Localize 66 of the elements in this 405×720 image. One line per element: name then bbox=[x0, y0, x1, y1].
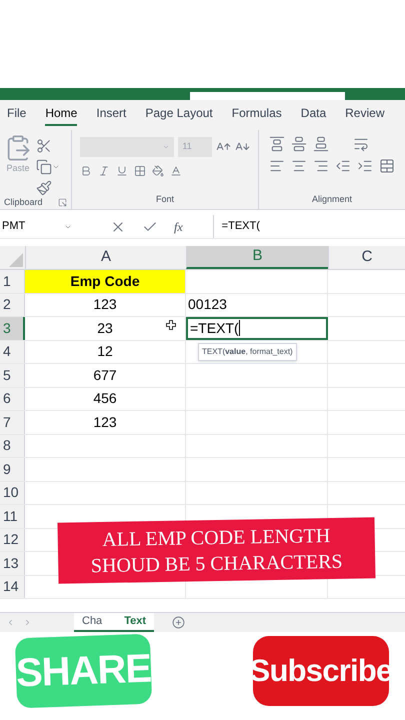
column-header[interactable]: B bbox=[186, 246, 328, 269]
expand-icon[interactable] bbox=[58, 198, 67, 208]
row-header[interactable]: 5 bbox=[0, 364, 25, 386]
row-header[interactable]: 11 bbox=[0, 505, 25, 528]
row-header[interactable]: 2 bbox=[0, 294, 25, 316]
cross-cursor-icon bbox=[166, 320, 176, 330]
ribbon-tab[interactable]: Home bbox=[45, 104, 78, 126]
row-header[interactable]: 12 bbox=[0, 528, 25, 551]
insert-function-button[interactable]: fx bbox=[174, 218, 183, 236]
row-header[interactable]: 6 bbox=[0, 388, 25, 410]
search-field[interactable] bbox=[190, 92, 345, 100]
row-header[interactable]: 14 bbox=[0, 576, 25, 598]
bold-icon[interactable] bbox=[80, 165, 92, 177]
align-right-icon[interactable] bbox=[313, 158, 329, 174]
underline-icon[interactable] bbox=[116, 165, 128, 177]
indent-increase-icon[interactable] bbox=[357, 158, 373, 174]
ribbon-tab[interactable]: File bbox=[7, 104, 26, 126]
table-cell: 123 bbox=[25, 294, 186, 316]
indent-decrease-icon[interactable] bbox=[335, 158, 351, 174]
group-label: Clipboard bbox=[4, 196, 43, 209]
borders-icon[interactable] bbox=[134, 165, 146, 177]
row-header[interactable]: 7 bbox=[0, 411, 25, 434]
ribbon-tab[interactable]: Page Layout bbox=[145, 104, 213, 126]
share-sticker: SHARE bbox=[14, 634, 152, 708]
table-cell: 12 bbox=[25, 340, 186, 363]
table-cell: 456 bbox=[25, 388, 186, 410]
wrap-text-icon[interactable] bbox=[353, 136, 369, 152]
row-header[interactable]: 8 bbox=[0, 434, 25, 457]
ribbon-tab[interactable]: Insert bbox=[96, 104, 126, 126]
copy-icon[interactable] bbox=[36, 159, 52, 175]
formula-field[interactable]: =TEXT( bbox=[212, 215, 405, 238]
table-cell: 123 bbox=[25, 411, 186, 434]
name-box[interactable]: PMT bbox=[0, 218, 80, 235]
row-header[interactable]: 1 bbox=[0, 270, 25, 292]
cut-icon[interactable] bbox=[36, 138, 52, 154]
add-sheet-icon[interactable] bbox=[172, 616, 185, 629]
ribbon-tab[interactable]: Review bbox=[345, 104, 384, 126]
font-name-field[interactable] bbox=[80, 137, 174, 157]
column-header[interactable]: C bbox=[328, 246, 405, 269]
fill-color-icon[interactable] bbox=[152, 165, 164, 177]
align-center-icon[interactable] bbox=[291, 158, 307, 174]
row-header[interactable]: 4 bbox=[0, 340, 25, 363]
italic-icon[interactable] bbox=[98, 165, 110, 177]
ribbon-tab[interactable]: Data bbox=[300, 104, 326, 126]
sheet-tab[interactable]: Cha Text bbox=[74, 613, 154, 632]
table-cell: 00123 bbox=[186, 294, 328, 316]
dropdown-icon[interactable] bbox=[52, 163, 60, 171]
merge-icon[interactable] bbox=[379, 158, 395, 174]
brush-icon[interactable] bbox=[36, 180, 52, 196]
group-label: Alignment bbox=[312, 192, 352, 206]
editing-cell[interactable]: =TEXT( bbox=[186, 317, 328, 340]
row-header[interactable]: 9 bbox=[0, 458, 25, 480]
align-top-icon[interactable] bbox=[269, 136, 285, 152]
subscribe-sticker: Subscribe bbox=[253, 636, 389, 706]
align-left-icon[interactable] bbox=[269, 158, 285, 174]
row-header[interactable]: 10 bbox=[0, 482, 25, 504]
align-bottom-icon[interactable] bbox=[313, 136, 329, 152]
group-label: Font bbox=[156, 192, 174, 206]
row-header[interactable]: 13 bbox=[0, 552, 25, 574]
font-color-icon[interactable] bbox=[170, 165, 182, 177]
row-header[interactable]: 3 bbox=[0, 317, 25, 340]
table-cell: Emp Code bbox=[25, 270, 186, 292]
ribbon-tab[interactable]: Formulas bbox=[232, 104, 282, 126]
table-cell: 677 bbox=[25, 364, 186, 386]
align-middle-icon[interactable] bbox=[291, 136, 307, 152]
function-tooltip: TEXT(value, format_text) bbox=[198, 343, 297, 361]
